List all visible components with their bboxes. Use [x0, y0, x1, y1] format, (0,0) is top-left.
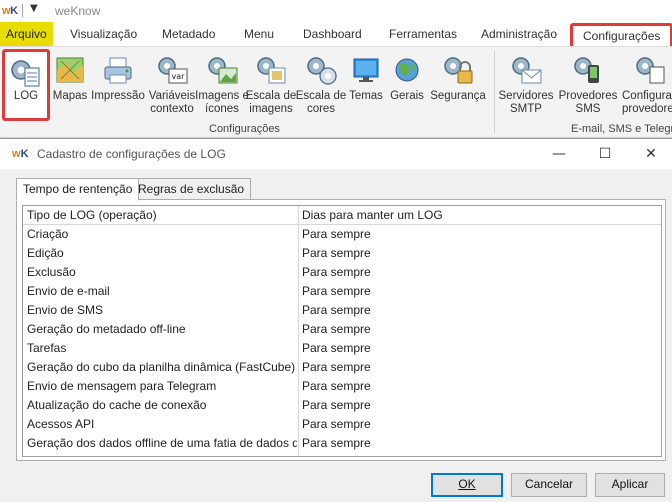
- tab-visualizacao[interactable]: Visualização: [70, 22, 137, 46]
- security-lock-icon: [444, 57, 473, 84]
- menu-tabs: Arquivo Visualização Metadado Menu Dashb…: [0, 22, 672, 49]
- table-row[interactable]: Acessos API Para sempre: [23, 415, 661, 434]
- minimize-icon[interactable]: —: [549, 144, 569, 164]
- table-row[interactable]: Atualização do cache de conexão Para semp…: [23, 396, 661, 415]
- table-row[interactable]: Envio de mensagem para Telegram Para semp…: [23, 377, 661, 396]
- tab-administracao[interactable]: Administração: [481, 22, 557, 46]
- table-row[interactable]: Envio de SMS Para sempre: [23, 301, 661, 320]
- tab-ferramentas[interactable]: Ferramentas: [389, 22, 457, 46]
- sms-providers-button[interactable]: Provedores SMS: [559, 49, 617, 121]
- dialog-titlebar: wK Cadastro de configurações de LOG — ☐ …: [0, 139, 672, 169]
- table-row[interactable]: Envio de e-mail Para sempre: [23, 282, 661, 301]
- smtp-servers-button-label: Servidores SMTP: [498, 90, 554, 115]
- themes-icon: [353, 58, 379, 82]
- printer-icon: [104, 57, 132, 84]
- table-row[interactable]: Criação Para sempre: [23, 225, 661, 244]
- print-button[interactable]: Impressão: [91, 49, 145, 121]
- print-button-label: Impressão: [91, 90, 145, 102]
- tab-regras-exclusao[interactable]: Regras de exclusão: [131, 178, 252, 200]
- image-scale-button[interactable]: Escala de imagens: [245, 49, 297, 121]
- ribbon-group-separator: [494, 51, 495, 133]
- titlebar-separator: [22, 4, 23, 17]
- table-row[interactable]: Edição Para sempre: [23, 244, 661, 263]
- header-tipo-log: Tipo de LOG (operação): [27, 208, 157, 222]
- quick-access-dropdown-icon[interactable]: ▼: [30, 3, 38, 14]
- variables-badge: var: [172, 72, 186, 81]
- tab-metadado[interactable]: Metadado: [162, 22, 215, 46]
- smtp-servers-button[interactable]: Servidores SMTP: [499, 49, 553, 121]
- tab-dashboard[interactable]: Dashboard: [303, 22, 362, 46]
- table-row[interactable]: Tarefas Para sempre: [23, 339, 661, 358]
- images-icon: [208, 57, 238, 84]
- smtp-mail-icon: [512, 57, 542, 84]
- general-button[interactable]: Gerais: [381, 49, 433, 121]
- security-button-label: Segurança: [430, 90, 486, 102]
- provider-config-button-label: Configura provedore: [622, 90, 672, 115]
- provider-config-icon: [636, 57, 665, 84]
- apply-button[interactable]: Aplicar: [595, 473, 665, 497]
- image-scale-icon: [257, 57, 286, 84]
- variables-icon: var: [158, 57, 188, 84]
- log-config-dialog: wK Cadastro de configurações de LOG — ☐ …: [0, 138, 672, 502]
- sms-providers-button-label: Provedores SMS: [558, 90, 618, 115]
- cancel-button[interactable]: Cancelar: [511, 473, 587, 497]
- provider-config-button[interactable]: Configura provedore: [622, 49, 672, 121]
- log-retention-table[interactable]: Tipo de LOG (operação) Dias para manter …: [22, 205, 662, 457]
- log-button[interactable]: LOG: [2, 49, 50, 121]
- maximize-icon[interactable]: ☐: [595, 144, 615, 164]
- tab-tempo-retencao[interactable]: Tempo de rentenção: [16, 178, 140, 201]
- table-row[interactable]: Exclusão Para sempre: [23, 263, 661, 282]
- ok-button[interactable]: OK: [431, 473, 503, 497]
- table-row[interactable]: Geração do metadado off-line Para sempre: [23, 320, 661, 339]
- map-icon: [56, 57, 84, 83]
- group-label-email-sms: E-mail, SMS e Telegr: [571, 123, 672, 135]
- tab-menu[interactable]: Menu: [244, 22, 274, 46]
- app-title: weKnow: [55, 4, 101, 18]
- color-scale-icon: [307, 57, 337, 85]
- dialog-logo: wK: [12, 148, 29, 160]
- app-logo: wK: [2, 5, 18, 17]
- general-icon: [395, 58, 419, 82]
- retention-tab-panel: Tipo de LOG (operação) Dias para manter …: [16, 199, 666, 461]
- tab-arquivo[interactable]: Arquivo: [0, 22, 53, 46]
- security-button[interactable]: Segurança: [430, 49, 486, 121]
- context-variables-button[interactable]: var Variáveis contexto: [146, 49, 198, 121]
- group-label-configuracoes: Configurações: [209, 123, 280, 135]
- maps-button[interactable]: Mapas: [44, 49, 96, 121]
- log-gear-icon: [11, 60, 40, 87]
- table-header: Tipo de LOG (operação) Dias para manter …: [23, 206, 661, 225]
- ribbon: LOG Mapas Impressão var Variáveis contex…: [0, 46, 672, 138]
- sms-provider-icon: [574, 57, 599, 83]
- dialog-title: Cadastro de configurações de LOG: [37, 147, 226, 161]
- table-row[interactable]: Geração do cubo da planilha dinâmica (Fa…: [23, 358, 661, 377]
- table-row[interactable]: Geração dos dados offline de uma fatia d…: [23, 434, 661, 453]
- header-dias: Dias para manter um LOG: [302, 208, 443, 222]
- app-titlebar: wK ▼ weKnow: [0, 0, 672, 22]
- close-icon[interactable]: ✕: [641, 144, 661, 164]
